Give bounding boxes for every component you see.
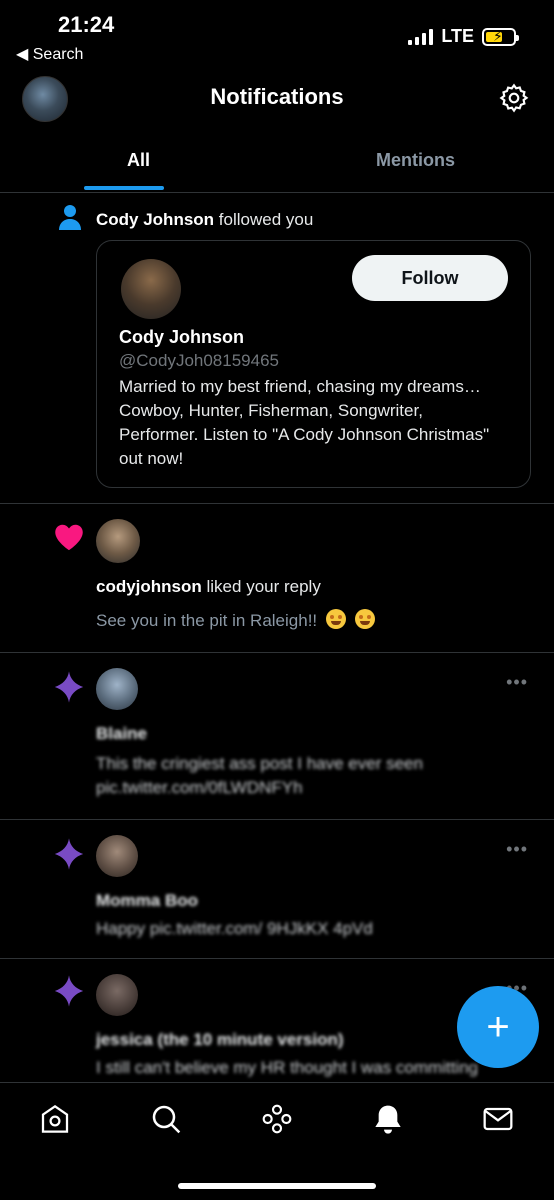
like-notification-text: codyjohnson liked your reply — [96, 577, 321, 597]
liker-name[interactable]: codyjohnson — [96, 577, 202, 596]
notification-tabs: All Mentions — [0, 136, 554, 193]
recommended-notification[interactable]: ••• Momma Boo Happy pic.twitter.com/ 9HJ… — [0, 821, 554, 959]
avatar[interactable] — [96, 519, 140, 563]
avatar[interactable] — [121, 259, 181, 319]
recommended-author: Momma Boo — [96, 891, 198, 910]
sparkle-icon — [54, 838, 84, 870]
follow-notification-text: Cody Johnson followed you — [96, 210, 313, 230]
recommended-author: jessica (the 10 minute version) — [96, 1030, 344, 1049]
user-card[interactable]: Follow Cody Johnson @CodyJoh08159465 Mar… — [96, 240, 531, 488]
battery-icon: ⚡ — [482, 27, 519, 46]
app-header: Notifications — [0, 74, 554, 126]
avatar[interactable] — [96, 668, 138, 710]
spaces-icon[interactable] — [261, 1103, 293, 1135]
liked-reply-content: See you in the pit in Raleigh!! — [96, 611, 318, 630]
recommended-text: I still can't believe my HR thought I wa… — [96, 1058, 479, 1077]
user-card-bio: Married to my best friend, chasing my dr… — [119, 377, 490, 468]
recommended-text: Happy pic.twitter.com/ 9HJkKX 4pVd — [96, 919, 373, 938]
signal-icon — [408, 28, 434, 45]
sparkle-icon — [54, 975, 84, 1007]
heart-icon — [55, 524, 83, 551]
user-card-handle: @CodyJoh08159465 — [119, 351, 279, 370]
search-icon[interactable] — [150, 1103, 182, 1135]
plus-icon: + — [486, 1005, 510, 1049]
recommended-text: This the cringiest ass post I have ever … — [96, 754, 423, 773]
sparkle-icon — [54, 671, 84, 703]
liked-reply-text: See you in the pit in Raleigh!! — [96, 609, 375, 631]
follower-name[interactable]: Cody Johnson — [96, 210, 214, 229]
avatar[interactable] — [96, 974, 138, 1016]
user-card-name: Cody Johnson — [119, 327, 244, 347]
more-options-icon[interactable]: ••• — [506, 672, 528, 693]
bottom-navigation — [0, 1082, 554, 1200]
like-action-text: liked your reply — [201, 577, 321, 596]
recommended-author: Blaine — [96, 724, 148, 743]
home-indicator — [178, 1183, 376, 1189]
follow-notification[interactable]: Cody Johnson followed you Follow Cody Jo… — [0, 194, 554, 504]
status-time: 21:24 — [58, 12, 115, 37]
star-struck-emoji-icon — [354, 609, 375, 629]
status-indicators: LTE ⚡ — [408, 26, 519, 47]
person-icon — [59, 205, 81, 230]
recommended-notification[interactable]: ••• Blaine This the cringiest ass post I… — [0, 654, 554, 820]
more-options-icon[interactable]: ••• — [506, 839, 528, 860]
tab-mentions[interactable]: Mentions — [277, 136, 554, 192]
status-bar: 21:24 ◀ Search LTE ⚡ — [0, 0, 554, 70]
follow-action-text: followed you — [214, 210, 314, 229]
gear-icon[interactable] — [498, 82, 530, 114]
recommended-link: pic.twitter.com/0fLWDNFYh — [96, 778, 303, 797]
active-tab-indicator — [84, 186, 164, 190]
compose-tweet-button[interactable]: + — [457, 986, 539, 1068]
avatar[interactable] — [96, 835, 138, 877]
like-notification[interactable]: codyjohnson liked your reply See you in … — [0, 505, 554, 653]
tab-all[interactable]: All — [0, 136, 277, 192]
home-icon[interactable] — [39, 1103, 71, 1135]
notifications-icon[interactable] — [372, 1103, 404, 1135]
page-title: Notifications — [210, 84, 344, 109]
back-to-search-link[interactable]: ◀ Search — [16, 44, 83, 64]
messages-icon[interactable] — [482, 1103, 514, 1135]
follow-button[interactable]: Follow — [352, 255, 508, 301]
network-label: LTE — [441, 26, 474, 46]
star-struck-emoji-icon — [325, 609, 346, 629]
